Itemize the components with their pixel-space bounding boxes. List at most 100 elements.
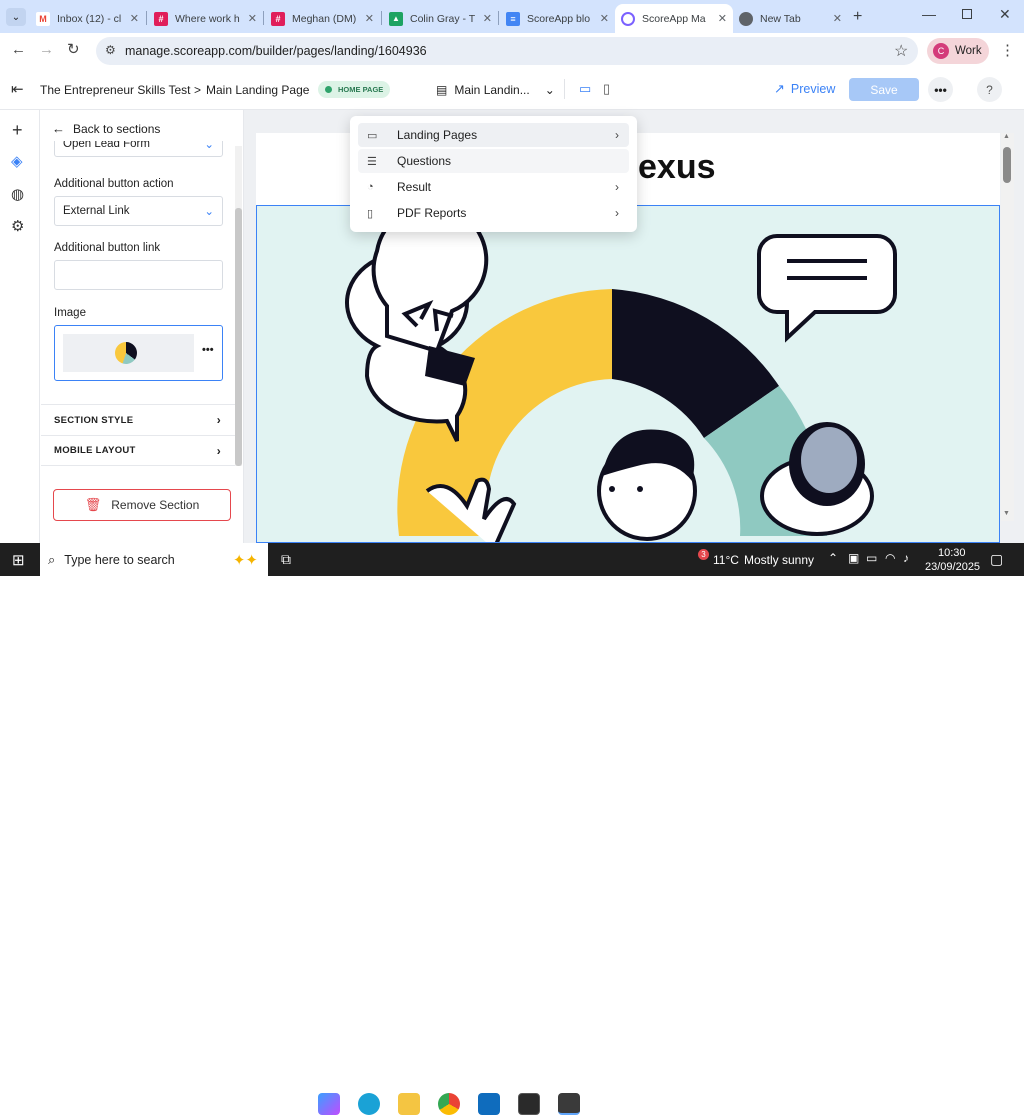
wifi-icon[interactable]: ◠ bbox=[885, 551, 895, 565]
preview-button[interactable]: ↗ Preview bbox=[774, 81, 835, 97]
panel-scrollbar[interactable] bbox=[235, 146, 242, 466]
clock-date[interactable]: 23/09/2025 bbox=[925, 561, 980, 573]
mobile-view-icon[interactable]: ▯ bbox=[603, 81, 610, 97]
trash-icon: 🗑 bbox=[84, 497, 102, 512]
app-header: ⇤ The Entrepreneur Skills Test > Main La… bbox=[0, 69, 1024, 110]
back-arrow-icon[interactable]: ← bbox=[11, 41, 26, 58]
battery-icon[interactable]: ▭ bbox=[866, 551, 877, 565]
close-icon[interactable]: ✕ bbox=[833, 12, 842, 25]
person-eye bbox=[609, 486, 615, 492]
weather-text[interactable]: Mostly sunny bbox=[744, 553, 814, 567]
tab-drive[interactable]: ▲ Colin Gray - T ✕ bbox=[383, 4, 498, 33]
tab-gmail[interactable]: M Inbox (12) - cl ✕ bbox=[30, 4, 145, 33]
site-info-icon[interactable]: ⚙ bbox=[105, 43, 116, 57]
chrome-icon[interactable] bbox=[438, 1093, 460, 1115]
additional-action-select[interactable]: External Link ⌄ bbox=[54, 196, 223, 226]
notifications-icon[interactable]: ▢ bbox=[990, 551, 1003, 568]
forward-arrow-icon[interactable]: → bbox=[39, 41, 54, 58]
layers-icon[interactable]: ◈ bbox=[11, 152, 23, 170]
bookmark-star-icon[interactable]: ☆ bbox=[894, 41, 908, 61]
browser-menu-icon[interactable]: ⋮ bbox=[1000, 41, 1015, 59]
pdf-icon: ▯ bbox=[367, 207, 374, 220]
section-style-row[interactable]: SECTION STYLE › bbox=[41, 404, 235, 435]
row-label: SECTION STYLE bbox=[54, 414, 134, 426]
windows-start-icon[interactable]: ⊞ bbox=[12, 551, 25, 569]
breadcrumb-separator: > bbox=[194, 83, 202, 97]
page-heading[interactable]: exus bbox=[638, 148, 716, 187]
page-selector[interactable]: ▤ Main Landin... ⌄ bbox=[436, 81, 555, 99]
taskbar-search[interactable]: ⌕ Type here to search ✦✦ bbox=[40, 543, 268, 576]
page-type-menu: ▭ Landing Pages › ☰ Questions ◔ Result ›… bbox=[350, 116, 637, 232]
field-label: Additional button action bbox=[54, 178, 174, 190]
image-options-icon[interactable]: ••• bbox=[202, 344, 214, 356]
profile-chip[interactable]: C Work bbox=[927, 38, 989, 64]
google-drive-icon: ▲ bbox=[389, 11, 403, 26]
chrome-active-icon[interactable] bbox=[558, 1093, 580, 1115]
save-button[interactable]: Save bbox=[849, 78, 919, 101]
scroll-down-icon[interactable]: ▼ bbox=[1003, 510, 1010, 517]
close-icon[interactable]: ✕ bbox=[130, 12, 139, 25]
file-explorer-icon[interactable] bbox=[398, 1093, 420, 1115]
close-icon[interactable]: ✕ bbox=[365, 12, 374, 25]
close-window-icon[interactable]: ✕ bbox=[999, 6, 1011, 23]
canvas-scrollbar[interactable]: ▲ ▼ bbox=[1001, 133, 1014, 521]
tab-slack-1[interactable]: # Where work h ✕ bbox=[148, 4, 263, 33]
volume-icon[interactable]: ♪ bbox=[903, 551, 909, 565]
add-icon[interactable]: + bbox=[12, 120, 23, 141]
desktop-view-icon[interactable]: ▭ bbox=[579, 81, 591, 97]
tab-scoreapp-active[interactable]: ScoreApp Ma ✕ bbox=[615, 4, 733, 33]
task-view-icon[interactable]: ⧉ bbox=[281, 551, 291, 568]
scrollbar-thumb[interactable] bbox=[1003, 147, 1011, 183]
image-picker[interactable]: ••• bbox=[54, 325, 223, 381]
new-tab-plus-icon[interactable]: + bbox=[853, 8, 862, 26]
app-icon[interactable] bbox=[518, 1093, 540, 1115]
menu-item-label: Result bbox=[397, 180, 432, 194]
address-bar[interactable]: ⚙ manage.scoreapp.com/builder/pages/land… bbox=[96, 37, 918, 65]
scrollbar-thumb[interactable] bbox=[235, 208, 242, 466]
breadcrumb-root[interactable]: The Entrepreneur Skills Test bbox=[40, 83, 191, 97]
google-docs-icon: ≡ bbox=[506, 11, 520, 26]
settings-gear-icon[interactable]: ⚙ bbox=[11, 217, 24, 235]
clock-time[interactable]: 10:30 bbox=[938, 547, 966, 559]
close-icon[interactable]: ✕ bbox=[600, 12, 609, 25]
hero-section[interactable] bbox=[256, 205, 1000, 543]
more-options-icon[interactable]: ••• bbox=[928, 77, 953, 102]
additional-link-input[interactable] bbox=[54, 260, 223, 290]
temperature[interactable]: 11°C bbox=[713, 553, 739, 567]
search-icon: ⌕ bbox=[48, 551, 56, 567]
external-link-icon: ↗ bbox=[774, 81, 785, 96]
back-to-sections-link[interactable]: ← Back to sections bbox=[52, 121, 160, 136]
restore-icon[interactable] bbox=[962, 9, 972, 19]
tab-search-chevron-icon[interactable]: ⌄ bbox=[6, 8, 26, 26]
tab-slack-2[interactable]: # Meghan (DM) ✕ bbox=[265, 4, 380, 33]
help-button[interactable]: ? bbox=[977, 77, 1002, 102]
preview-label: Preview bbox=[790, 82, 836, 96]
close-icon[interactable]: ✕ bbox=[248, 12, 257, 25]
scroll-up-icon[interactable]: ▲ bbox=[1003, 133, 1010, 140]
layout-icon: ▭ bbox=[367, 129, 378, 142]
mobile-layout-row[interactable]: MOBILE LAYOUT › bbox=[41, 435, 235, 466]
tab-new-tab[interactable]: New Tab ✕ bbox=[733, 4, 848, 33]
chevron-right-icon: › bbox=[216, 413, 221, 427]
outlook-icon[interactable] bbox=[478, 1093, 500, 1115]
meet-now-icon[interactable]: ▣ bbox=[848, 551, 859, 565]
menu-item-questions[interactable]: ☰ Questions bbox=[358, 149, 629, 173]
reload-icon[interactable]: ↻ bbox=[67, 40, 80, 58]
exit-icon[interactable]: ⇤ bbox=[11, 80, 24, 98]
close-icon[interactable]: ✕ bbox=[483, 12, 492, 25]
menu-item-label: Questions bbox=[397, 154, 452, 168]
remove-section-button[interactable]: 🗑 Remove Section bbox=[53, 489, 231, 521]
tab-title: ScoreApp Ma bbox=[642, 12, 706, 25]
palette-icon[interactable]: ◍ bbox=[11, 185, 24, 203]
chevron-down-icon: ⌄ bbox=[204, 206, 214, 218]
menu-item-landing-pages[interactable]: ▭ Landing Pages › bbox=[358, 123, 629, 147]
edge-icon[interactable] bbox=[358, 1093, 380, 1115]
close-icon[interactable]: ✕ bbox=[718, 12, 727, 25]
minimize-icon[interactable]: — bbox=[922, 6, 936, 22]
copilot-icon[interactable] bbox=[318, 1093, 340, 1115]
menu-item-pdf-reports[interactable]: ▯ PDF Reports › bbox=[358, 201, 629, 225]
tab-docs[interactable]: ≡ ScoreApp blo ✕ bbox=[500, 4, 615, 33]
chevron-up-icon[interactable]: ⌃ bbox=[828, 551, 838, 565]
menu-item-result[interactable]: ◔ Result › bbox=[358, 175, 629, 199]
tab-strip: ⌄ M Inbox (12) - cl ✕ # Where work h ✕ #… bbox=[0, 0, 1024, 33]
